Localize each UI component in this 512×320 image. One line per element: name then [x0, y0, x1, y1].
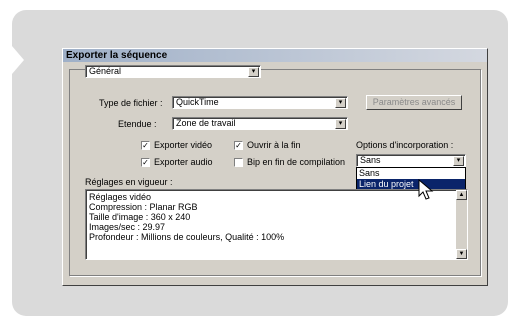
export-audio-label: Exporter audio — [154, 157, 213, 167]
advanced-settings-button[interactable]: Paramètres avancés — [366, 95, 462, 110]
settings-scrollbar[interactable]: ▲ ▼ — [456, 190, 467, 259]
range-value: Zone de travail — [176, 118, 236, 128]
mouse-cursor-icon — [418, 179, 434, 200]
settings-line: Réglages vidéo — [89, 192, 152, 202]
chevron-down-icon[interactable]: ▾ — [248, 67, 259, 77]
scroll-down-icon[interactable]: ▼ — [456, 249, 467, 259]
frame-notch — [12, 46, 24, 74]
settings-text: Réglages vidéo Compression : Planar RGB … — [86, 190, 287, 244]
embed-options-select[interactable]: Sans ▾ — [356, 154, 466, 167]
file-type-select[interactable]: QuickTime ▾ — [172, 96, 348, 109]
settings-line: Profondeur : Millions de couleurs, Quali… — [89, 232, 285, 242]
chevron-down-icon[interactable]: ▾ — [453, 156, 464, 166]
embed-options-label: Options d'incorporation : — [356, 140, 454, 150]
chevron-down-icon[interactable]: ▾ — [335, 98, 346, 108]
file-type-label: Type de fichier : — [99, 98, 163, 108]
beep-at-end-label: Bip en fin de compilation — [247, 157, 346, 167]
beep-at-end-checkbox[interactable] — [234, 158, 243, 167]
open-at-end-label: Ouvrir à la fin — [247, 140, 301, 150]
export-video-checkbox[interactable]: ✓ — [141, 141, 150, 150]
embed-options-value: Sans — [360, 155, 381, 165]
settings-textarea[interactable]: Réglages vidéo Compression : Planar RGB … — [85, 189, 468, 260]
settings-line: Images/sec : 29.97 — [89, 222, 166, 232]
open-at-end-checkbox[interactable]: ✓ — [234, 141, 243, 150]
range-label: Etendue : — [118, 119, 157, 129]
range-select[interactable]: Zone de travail ▾ — [172, 117, 348, 130]
settings-line: Compression : Planar RGB — [89, 202, 198, 212]
scroll-up-icon[interactable]: ▲ — [456, 190, 467, 200]
general-select[interactable]: Général ▾ — [85, 65, 261, 78]
settings-line: Taille d'image : 360 x 240 — [89, 212, 191, 222]
export-video-label: Exporter vidéo — [154, 140, 213, 150]
embed-option-none[interactable]: Sans — [357, 168, 465, 179]
settings-label: Réglages en vigueur : — [85, 177, 173, 187]
export-audio-checkbox[interactable]: ✓ — [141, 158, 150, 167]
embed-options-dropdown: Sans Lien du projet — [356, 167, 466, 191]
dialog-title: Exporter la séquence — [63, 49, 487, 62]
chevron-down-icon[interactable]: ▾ — [335, 119, 346, 129]
file-type-value: QuickTime — [176, 97, 219, 107]
export-dialog: Exporter la séquence Général ▾ Type de f… — [62, 48, 488, 286]
general-select-value: Général — [89, 66, 122, 76]
